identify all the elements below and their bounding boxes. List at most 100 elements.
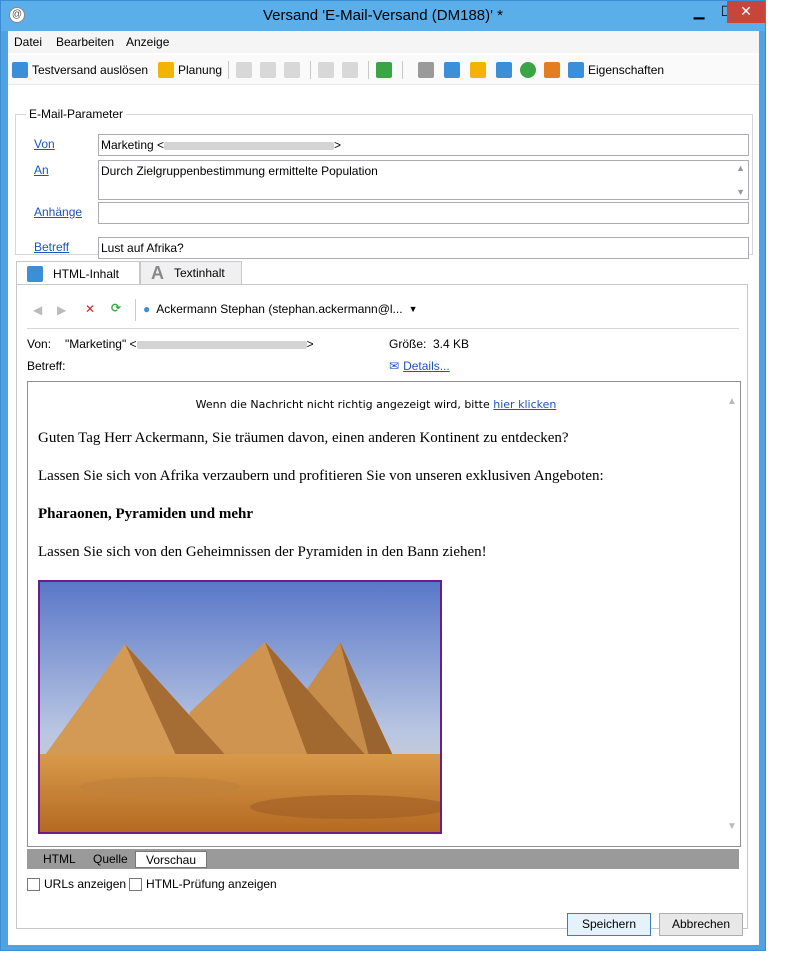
headline-paragraph: Pharaonen, Pyramiden und mehr (38, 506, 254, 522)
main-toolbar: Testversand auslösen Planung Eigenschaft… (8, 55, 759, 85)
parameters-legend: E-Mail-Parameter (29, 107, 124, 121)
cancel-button[interactable]: Abbrechen (659, 913, 743, 936)
redo-button[interactable] (342, 61, 358, 79)
redo-icon (342, 62, 358, 78)
clipboard-icon (284, 62, 300, 78)
minimize-button[interactable]: ▁ (685, 1, 713, 23)
toolbar-separator (402, 61, 403, 79)
from-link[interactable]: Von (34, 137, 55, 151)
close-button[interactable]: ✕ (727, 1, 765, 23)
link-button[interactable] (444, 61, 460, 79)
greeting-paragraph: Guten Tag Herr Ackermann, Sie träumen da… (38, 430, 569, 446)
menu-anzeige[interactable]: Anzeige (126, 35, 169, 49)
html-content-icon (27, 265, 43, 282)
redacted-email (136, 340, 307, 349)
html-check-label: HTML-Prüfung anzeigen (146, 877, 277, 891)
scroll-down-icon[interactable]: ▼ (727, 821, 737, 832)
user-icon: ● (143, 302, 151, 316)
subject-field[interactable]: Lust auf Afrika? (98, 237, 749, 259)
preview-scrollbar[interactable]: ▲ ▼ (724, 382, 740, 846)
attachment-button[interactable] (418, 61, 434, 79)
calculate-button[interactable] (520, 61, 536, 79)
paperclip-icon (418, 62, 434, 78)
properties-button[interactable]: Eigenschaften (568, 61, 664, 79)
header-text: Wenn die Nachricht nicht richtig angezei… (195, 398, 490, 411)
html-check-checkbox[interactable]: HTML-Prüfung anzeigen (129, 877, 277, 891)
meta-subject-label: Betreff: (27, 359, 66, 373)
html-check-box[interactable] (129, 877, 142, 891)
calculator-icon (520, 62, 536, 78)
personalize-icon (544, 62, 560, 78)
meta-from-label: Von: (27, 337, 52, 351)
chevron-down-icon[interactable]: ▼ (736, 187, 745, 197)
menu-datei[interactable]: Datei (14, 35, 42, 49)
scroll-up-icon[interactable]: ▲ (727, 396, 737, 407)
email-parameters: E-Mail-Parameter Von Marketing < > An Dur… (15, 107, 753, 259)
offer-button[interactable] (470, 61, 486, 79)
click-here-link[interactable]: hier klicken (493, 398, 556, 411)
meta-size-label: Größe: (389, 337, 427, 351)
redacted-email (164, 141, 335, 150)
to-link[interactable]: An (34, 163, 49, 177)
subject-link[interactable]: Betreff (34, 240, 69, 254)
properties-label: Eigenschaften (588, 63, 665, 77)
html-content-panel: ◀ ▶ ✕ ⟳ ● Ackermann Stephan (stephan.ack… (16, 284, 748, 929)
undo-button[interactable] (318, 61, 334, 79)
planning-button[interactable]: Planung (158, 61, 222, 79)
delete-icon[interactable]: ✕ (85, 302, 95, 316)
email-preview[interactable]: Wenn die Nachricht nicht richtig angezei… (27, 381, 741, 847)
planning-label: Planung (178, 63, 223, 77)
scissors-icon (260, 62, 276, 78)
tab-html-content[interactable]: HTML-Inhalt (16, 261, 140, 285)
to-field[interactable]: Durch Zielgruppenbestimmung ermittelte P… (98, 160, 749, 200)
meta-from-text: "Marketing" < (65, 337, 137, 351)
from-value: Marketing < (101, 138, 165, 152)
tab-source-view[interactable]: Quelle (83, 851, 139, 868)
attachments-link[interactable]: Anhänge (34, 205, 82, 219)
dialog-window: @ Versand 'E-Mail-Versand (DM188)' * ▁ ☐… (0, 0, 766, 951)
cut-button[interactable] (260, 61, 276, 79)
teaser-paragraph: Lassen Sie sich von den Geheimnissen der… (38, 544, 487, 560)
tab-html-label: HTML-Inhalt (53, 266, 120, 281)
back-arrow-icon[interactable]: ◀ (33, 303, 42, 317)
personalize-button[interactable] (544, 61, 560, 79)
copy-button[interactable] (236, 61, 252, 79)
preview-toolbar: ◀ ▶ ✕ ⟳ ● Ackermann Stephan (stephan.ack… (27, 293, 739, 329)
test-send-button[interactable]: Testversand auslösen (12, 61, 148, 79)
save-button[interactable]: Speichern (567, 913, 651, 936)
from-field[interactable]: Marketing < > (98, 134, 749, 156)
undo-icon (318, 62, 334, 78)
to-value: Durch Zielgruppenbestimmung ermittelte P… (101, 164, 378, 178)
chevron-up-icon[interactable]: ▲ (736, 163, 745, 173)
tab-text-label: Textinhalt (174, 266, 225, 280)
menu-bearbeiten[interactable]: Bearbeiten (56, 35, 114, 49)
text-a-icon: A (151, 262, 164, 283)
window-title: Versand 'E-Mail-Versand (DM188)' * (263, 7, 503, 24)
title-bar[interactable]: @ Versand 'E-Mail-Versand (DM188)' * ▁ ☐… (1, 1, 765, 31)
view-mode-tabs: HTML Quelle Vorschau (27, 849, 739, 869)
recipient-selector[interactable]: ● Ackermann Stephan (stephan.ackermann@l… (143, 302, 417, 316)
details-link[interactable]: ✉ Details... (389, 359, 450, 373)
refresh-icon[interactable]: ⟳ (111, 301, 121, 315)
attachments-field[interactable] (98, 202, 749, 224)
paste-button[interactable] (284, 61, 300, 79)
pyramids-image (38, 580, 442, 834)
tab-html-view[interactable]: HTML (33, 851, 87, 868)
show-urls-checkbox[interactable]: URLs anzeigen (27, 877, 126, 891)
test-send-label: Testversand auslösen (32, 63, 149, 77)
preview-header: Wenn die Nachricht nicht richtig angezei… (28, 398, 724, 411)
copy-icon (236, 62, 252, 78)
link-icon (444, 62, 460, 78)
from-value-end: > (334, 138, 342, 152)
forward-arrow-icon[interactable]: ▶ (57, 303, 66, 317)
tracking-button[interactable] (496, 61, 512, 79)
toolbar-separator (228, 61, 229, 79)
refresh-button[interactable] (376, 61, 392, 79)
intro-paragraph: Lassen Sie sich von Afrika verzaubern un… (38, 468, 604, 484)
meta-from-end: > (306, 337, 314, 351)
dropdown-arrow-icon: ▼ (408, 304, 418, 314)
mail-check-icon (12, 62, 28, 78)
show-urls-box[interactable] (27, 877, 40, 891)
tab-text-content[interactable]: A Textinhalt (140, 261, 242, 284)
tab-preview-view[interactable]: Vorschau (135, 851, 208, 868)
